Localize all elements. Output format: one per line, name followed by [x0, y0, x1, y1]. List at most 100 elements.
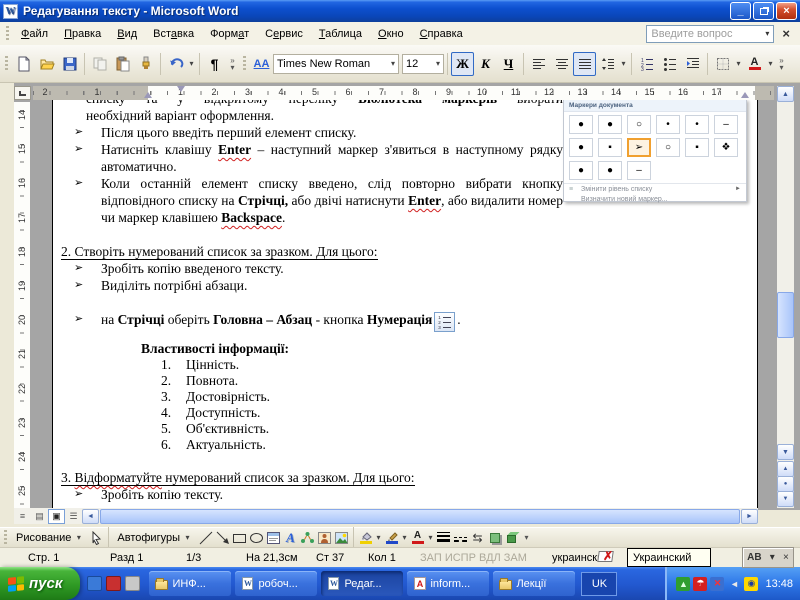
scroll-down-button[interactable]: ▼ [777, 444, 794, 460]
toolbar-grip[interactable] [6, 25, 9, 42]
arrow-tool-button[interactable] [214, 529, 231, 546]
menu-item[interactable]: Вставка [145, 24, 202, 44]
menu-item[interactable]: Справка [412, 24, 471, 44]
select-browse-object-button[interactable]: ● [777, 476, 794, 492]
open-button[interactable] [35, 52, 58, 76]
horizontal-scrollbar[interactable]: ≡ ▤ ▣ ☰ ◄ ► [14, 508, 758, 524]
toolbar-grip[interactable] [5, 55, 8, 72]
three-d-style-button[interactable] [503, 529, 520, 546]
drawing-menu-button[interactable]: Рисование ▾ [11, 531, 88, 545]
wordart-button[interactable]: A [282, 529, 299, 546]
first-line-indent-marker[interactable] [177, 86, 185, 92]
undo-button[interactable] [164, 52, 187, 76]
ask-question-box[interactable]: Введите вопрос ▾ [646, 24, 775, 43]
numbered-list-button[interactable]: 123 [635, 52, 658, 76]
tray-utility-icon[interactable]: ▲ [676, 576, 691, 591]
rectangle-tool-button[interactable] [231, 529, 248, 546]
font-color-dropdown-arrow[interactable]: ▾ [766, 59, 775, 68]
chevron-down-icon[interactable]: ▾ [770, 552, 775, 563]
document-page[interactable]: списку та у відкритому переліку Бібліоте… [52, 100, 758, 510]
font-color-button[interactable]: А [743, 52, 766, 76]
arrow-style-button[interactable]: ⇆ [469, 529, 486, 546]
scroll-left-button[interactable]: ◄ [82, 508, 99, 524]
dash-style-button[interactable] [452, 529, 469, 546]
taskbar-task-active[interactable]: W Редаг... [321, 571, 404, 596]
normal-view-button[interactable]: ≡ [14, 508, 31, 524]
taskbar-task-button[interactable]: Wробоч... [235, 571, 318, 596]
toolbar-grip[interactable] [243, 55, 246, 72]
outline-view-button[interactable]: ☰ [65, 508, 82, 524]
scroll-up-button[interactable]: ▲ [777, 86, 794, 102]
restore-button[interactable] [753, 2, 774, 20]
vertical-ruler[interactable]: 14 15 16 17 18 19 20 21 22 23 24 25 [14, 102, 30, 508]
fill-color-button[interactable] [357, 529, 374, 546]
menu-item[interactable]: Сервис [257, 24, 311, 44]
oval-tool-button[interactable] [248, 529, 265, 546]
align-center-button[interactable] [550, 52, 573, 76]
fill-color-dropdown-arrow[interactable]: ▾ [374, 533, 383, 542]
format-painter-button[interactable] [134, 52, 157, 76]
scroll-right-button[interactable]: ► [741, 508, 758, 524]
save-button[interactable] [58, 52, 81, 76]
italic-button[interactable]: К [474, 52, 497, 76]
taskbar-task-button[interactable]: ИНФ... [149, 571, 232, 596]
font-name-combo[interactable]: Times New Roman ▾ [273, 53, 399, 74]
show-desktop-icon[interactable] [87, 576, 103, 591]
taskbar-task-button[interactable]: Ainform... [407, 571, 490, 596]
borders-dropdown-arrow[interactable]: ▾ [734, 59, 743, 68]
justify-button[interactable] [573, 51, 596, 76]
language-popup[interactable]: Украинский [627, 548, 711, 567]
diagram-button[interactable] [299, 529, 316, 546]
quick-launch-icon[interactable] [125, 576, 141, 591]
menu-item[interactable]: Правка [56, 24, 109, 44]
line-style-button[interactable] [435, 529, 452, 546]
horizontal-scroll-thumb[interactable] [100, 508, 740, 524]
line-tool-button[interactable] [197, 529, 214, 546]
language-bar-close-icon[interactable]: × [783, 552, 789, 563]
undo-dropdown-arrow[interactable]: ▾ [187, 59, 196, 68]
menu-item[interactable]: Файл [13, 24, 56, 44]
hanging-indent-marker[interactable] [144, 92, 152, 98]
chevron-down-icon[interactable]: ▾ [433, 59, 440, 68]
chevron-down-icon[interactable]: ▾ [388, 59, 395, 68]
chevron-down-icon[interactable]: ▾ [765, 29, 769, 38]
clip-art-button[interactable] [316, 529, 333, 546]
borders-button[interactable] [711, 52, 734, 76]
minimize-button[interactable]: _ [730, 2, 751, 20]
insert-picture-button[interactable] [333, 529, 350, 546]
paste-button[interactable] [111, 52, 134, 76]
drawing-font-color-button[interactable]: А [409, 529, 426, 546]
clock[interactable]: 13:48 [765, 578, 793, 590]
network-disconnected-icon[interactable]: ✕ [710, 576, 725, 591]
antivirus-umbrella-icon[interactable]: ☂ [693, 576, 708, 591]
quick-launch-icon[interactable] [106, 576, 122, 591]
vertical-scroll-thumb[interactable] [777, 292, 794, 338]
right-indent-marker[interactable] [741, 92, 749, 98]
line-color-button[interactable] [383, 529, 400, 546]
start-button[interactable]: пуск [0, 567, 81, 600]
align-left-button[interactable] [527, 52, 550, 76]
toolbar-grip[interactable] [4, 529, 7, 546]
language-indicator[interactable]: UK [581, 571, 618, 596]
horizontal-ruler[interactable]: 2 1 1 2 3 4 5 6 7 8 9 10 11 12 13 14 15 16 17 [33, 86, 774, 100]
language-bar-mini[interactable]: АВ ▾ × [742, 547, 794, 568]
vertical-scrollbar[interactable]: ▲ ▼ ▲ ● ▼ [777, 86, 794, 508]
toolbar-options-button[interactable]: » ▾ [775, 51, 788, 77]
print-layout-view-button[interactable]: ▣ [48, 508, 65, 524]
menu-item[interactable]: Таблица [311, 24, 370, 44]
menu-item[interactable]: Вид [109, 24, 145, 44]
line-color-dropdown-arrow[interactable]: ▾ [400, 533, 409, 542]
underline-button[interactable]: Ч [497, 52, 520, 76]
tray-signal-icon[interactable]: ◉ [744, 576, 759, 591]
new-document-button[interactable] [12, 52, 35, 76]
next-page-button[interactable]: ▼ [777, 491, 794, 507]
toolbar-options-button[interactable]: » ▾ [226, 51, 239, 77]
previous-page-button[interactable]: ▲ [777, 461, 794, 477]
bold-button[interactable]: Ж [451, 51, 474, 76]
shadow-style-button[interactable] [486, 529, 503, 546]
select-objects-button[interactable] [88, 529, 105, 546]
autoshapes-menu-button[interactable]: Автофигуры ▾ [112, 531, 197, 545]
taskbar-task-button[interactable]: Лекції [493, 571, 576, 596]
tab-selector[interactable] [14, 86, 31, 100]
web-layout-view-button[interactable]: ▤ [31, 508, 48, 524]
